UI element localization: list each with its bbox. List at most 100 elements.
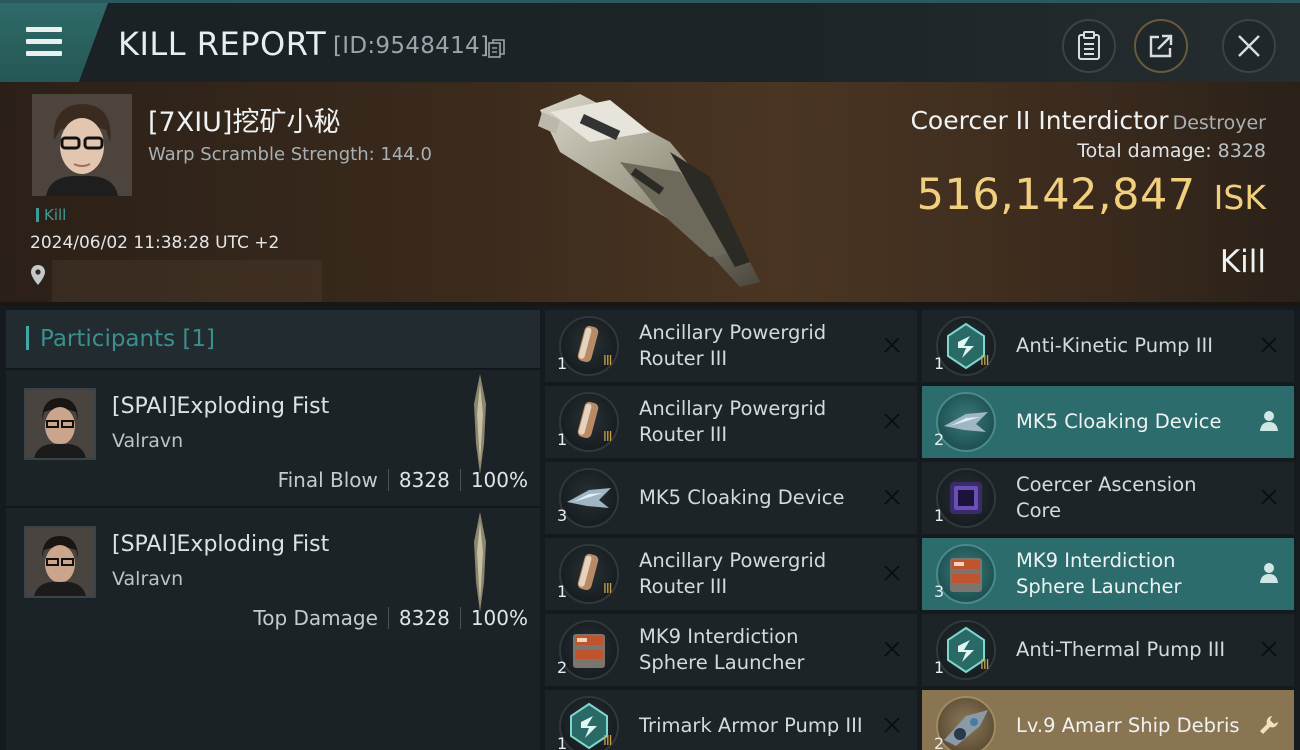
participant-name[interactable]: [SPAI]Exploding Fist [112,532,329,557]
share-icon [1149,34,1173,58]
item-name: Anti-Kinetic Pump III [1016,334,1213,357]
participants-title-text: Participants [40,326,176,352]
item-quantity: 3 [934,582,945,601]
interdiction-launcher-icon [936,544,996,604]
participant-ship: Valravn [112,430,184,452]
participant-name[interactable]: [SPAI]Exploding Fist [112,394,329,419]
share-button[interactable] [1134,19,1188,73]
item-tile[interactable]: 1 Coercer Ascension Core [922,462,1294,534]
participant-damage: 8328 [398,606,450,630]
clipboard-icon [1078,31,1100,60]
participant-row[interactable]: [SPAI]Exploding Fist Valravn Top Damage 8… [6,506,540,640]
participant-percent: 100% [470,468,528,492]
item-meta-level: III [980,658,989,673]
participants-header[interactable]: Participants [1] [6,310,540,368]
total-damage-label: Total damage: [1077,140,1212,162]
item-name: Coercer Ascension Core [1016,473,1197,522]
close-button[interactable] [1222,19,1276,73]
participant-avatar [24,388,96,460]
participant-role: Final Blow [277,468,378,492]
victim-portrait[interactable] [32,94,132,196]
participant-role: Top Damage [253,606,378,630]
menu-icon [26,27,62,57]
page-title: KILL REPORT [118,25,327,63]
ship-name[interactable]: Coercer II Interdictor [910,106,1168,135]
item-tile[interactable]: 1 III Ancillary Powergrid Router III [545,538,917,610]
clipboard-button[interactable] [1062,19,1116,73]
item-tile[interactable]: 2 MK9 Interdiction Sphere Launcher [545,614,917,686]
kill-datetime: 2024/06/02 11:38:28 UTC +2 [30,233,280,253]
item-tile[interactable]: 1 III Ancillary Powergrid Router III [545,386,917,458]
item-quantity: 1 [934,658,945,677]
item-quantity: 2 [934,430,945,449]
item-tile[interactable]: 2 Lv.9 Amarr Ship Debris [922,690,1294,750]
close-icon [1238,35,1260,57]
cloaking-device-icon [559,468,619,528]
participant-ship-icon [474,374,486,474]
participant-avatar [24,526,96,598]
copy-icon[interactable] [488,39,506,59]
item-name: MK9 Interdiction Sphere Launcher [1016,549,1182,598]
item-tile[interactable]: 1 III Trimark Armor Pump III [545,690,917,750]
destroyed-icon [1258,486,1280,508]
header-accent-bar [26,326,29,350]
total-damage-value: 8328 [1217,140,1266,162]
participant-percent: 100% [470,606,528,630]
item-quantity: 1 [557,354,568,373]
participant-stats: Top Damage 8328 100% [253,606,528,630]
item-name: MK5 Cloaking Device [1016,410,1222,433]
victim-avatar [32,94,132,196]
ship-render-image [538,94,760,287]
item-name: MK5 Cloaking Device [639,486,845,509]
item-quantity: 1 [934,506,945,525]
item-meta-level: III [980,354,989,369]
item-name: Ancillary Powergrid Router III [639,549,827,598]
person-icon [1258,562,1280,584]
item-name: Anti-Thermal Pump III [1016,638,1226,661]
item-meta-level: III [603,582,612,597]
location-pin-icon [31,265,45,285]
ship-type: Coercer II Interdictor Destroyer [910,106,1266,135]
participants-title: Participants [1] [40,326,215,352]
report-id: [ID:9548414] [333,33,490,59]
item-tile[interactable]: 1 III Anti-Kinetic Pump III [922,310,1294,382]
isk-unit: ISK [1213,178,1266,217]
location-field[interactable] [52,260,322,302]
item-quantity: 3 [557,506,568,525]
destroyed-icon [881,410,903,432]
destroyed-icon [1258,638,1280,660]
item-tile[interactable]: 3 MK5 Cloaking Device [545,462,917,534]
fitted-items-grid: 1 III Ancillary Powergrid Router III 1 III An… [545,310,1300,750]
item-meta-level: III [603,354,612,369]
result-label: Kill [1219,244,1266,280]
isk-value-row: 516,142,847 ISK [917,170,1266,220]
participants-panel: Participants [1] [SPAI]Exploding Fist Va… [6,310,540,750]
destroyed-icon [881,714,903,736]
item-tile[interactable]: 1 III Anti-Thermal Pump III [922,614,1294,686]
destroyed-icon [881,638,903,660]
participants-count: [1] [182,326,216,352]
menu-button[interactable] [0,3,108,85]
item-quantity: 1 [557,734,568,750]
isk-value: 516,142,847 [916,170,1196,220]
item-quantity: 2 [557,658,568,677]
item-name: Ancillary Powergrid Router III [639,397,827,446]
participant-ship: Valravn [112,568,184,590]
item-tile[interactable]: 2 MK5 Cloaking Device [922,386,1294,458]
total-damage: Total damage: 8328 [1077,140,1266,162]
item-name: Ancillary Powergrid Router III [639,321,827,370]
victim-name[interactable]: [7XIU]挖矿小秘 [148,100,340,139]
participant-row[interactable]: [SPAI]Exploding Fist Valravn Final Blow 8… [6,368,540,502]
destroyed-icon [1258,334,1280,356]
item-tile[interactable]: 1 III Ancillary Powergrid Router III [545,310,917,382]
ship-debris-icon [936,696,996,750]
wrench-icon [1258,714,1280,736]
participant-stats: Final Blow 8328 100% [278,468,528,492]
item-quantity: 1 [934,354,945,373]
item-meta-level: III [603,734,612,749]
item-quantity: 1 [557,582,568,601]
kill-summary: [7XIU]挖矿小秘 Warp Scramble Strength: 144.0… [0,82,1300,306]
interdiction-launcher-icon [559,620,619,680]
ascension-core-icon [936,468,996,528]
item-tile[interactable]: 3 MK9 Interdiction Sphere Launcher [922,538,1294,610]
